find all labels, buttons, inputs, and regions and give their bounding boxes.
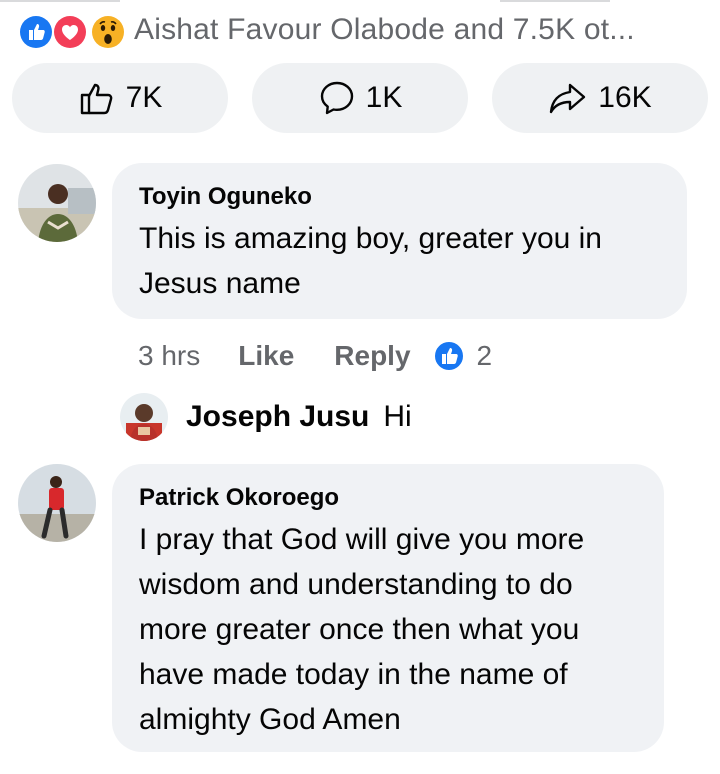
top-edge	[0, 0, 720, 4]
share-count: 16K	[598, 81, 652, 114]
comment-time[interactable]: 3 hrs	[138, 340, 200, 372]
top-divider-right	[500, 0, 610, 2]
comment-text-line: wisdom and understanding to do	[139, 568, 573, 601]
comment-reply-button[interactable]: Reply	[334, 340, 410, 372]
reactions-summary[interactable]: Aishat Favour Olabode and 7.5K ot...	[18, 10, 635, 50]
share-arrow-icon	[548, 79, 588, 117]
like-reaction-icon[interactable]	[432, 340, 465, 372]
comment-text-line: more greater once then what you	[139, 613, 580, 646]
comment-like-button[interactable]: Like	[238, 340, 294, 372]
thumbs-up-icon	[78, 79, 116, 117]
like-count: 7K	[125, 81, 163, 114]
comment-text-line: almighty God Amen	[139, 703, 401, 736]
avatar-joseph[interactable]	[120, 393, 168, 441]
wow-reaction-icon	[90, 14, 126, 50]
comment-text-line: Jesus name	[139, 267, 301, 300]
reply-row[interactable]: Joseph Jusu Hi	[120, 393, 412, 441]
comment-meta: 3 hrs Like Reply 2	[138, 336, 492, 376]
post-actions: 7K 1K 16K	[12, 63, 708, 133]
like-reaction-icon	[18, 14, 54, 50]
top-divider-left	[0, 0, 120, 2]
love-reaction-icon	[52, 14, 88, 50]
comment-icon	[318, 79, 356, 117]
comment-text-line: have made today in the name of	[139, 658, 568, 691]
comment-text: This is amazing boy, greater you in Jesu…	[139, 216, 602, 306]
avatar-toyin[interactable]	[18, 164, 96, 242]
share-button[interactable]: 16K	[492, 63, 708, 133]
avatar-patrick[interactable]	[18, 464, 96, 542]
comment-button[interactable]: 1K	[252, 63, 468, 133]
reply-author[interactable]: Joseph Jusu	[186, 400, 369, 434]
comment-text: I pray that God will give you more wisdo…	[139, 517, 584, 742]
reply-text: Hi	[383, 400, 412, 433]
comment-text-line: This is amazing boy, greater you in	[139, 222, 602, 255]
comment-count: 1K	[365, 81, 403, 114]
comment-text-line: I pray that God will give you more	[139, 523, 585, 556]
comment-author[interactable]: Toyin Oguneko	[139, 183, 312, 211]
comment-reaction-count[interactable]: 2	[477, 340, 493, 372]
reactors-text[interactable]: Aishat Favour Olabode and 7.5K ot...	[134, 13, 635, 47]
reaction-icons	[18, 10, 132, 50]
like-button[interactable]: 7K	[12, 63, 228, 133]
comment-author[interactable]: Patrick Okoroego	[139, 484, 339, 512]
